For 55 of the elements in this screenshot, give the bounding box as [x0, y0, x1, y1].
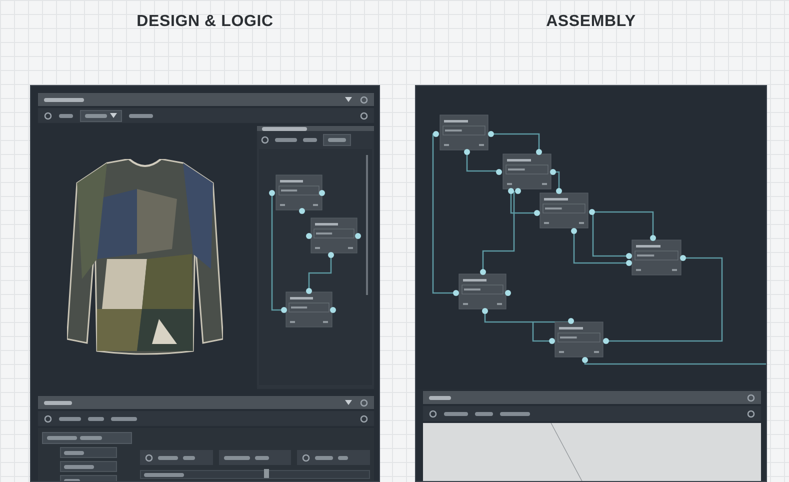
caret-icon[interactable] — [345, 400, 352, 405]
caret-icon[interactable] — [345, 97, 352, 102]
graph-node[interactable] — [306, 218, 361, 258]
blurred-label — [44, 98, 84, 102]
blurred-label — [158, 456, 178, 460]
graph-node[interactable] — [433, 114, 494, 155]
control-group[interactable] — [218, 450, 292, 465]
blurred-label — [88, 416, 104, 420]
blurred-label — [144, 472, 184, 476]
blurred-label — [328, 138, 346, 142]
blurred-label — [85, 114, 107, 118]
blurred-label — [183, 456, 195, 460]
blurred-label — [444, 412, 468, 416]
edge-line — [550, 423, 584, 481]
blurred-label — [254, 456, 269, 460]
dropdown[interactable] — [80, 110, 122, 122]
graph-node[interactable] — [281, 288, 336, 328]
control-group[interactable] — [297, 450, 370, 465]
circle-icon[interactable] — [145, 454, 153, 462]
blurred-label — [262, 126, 307, 130]
blurred-label — [338, 456, 348, 460]
graph-node[interactable] — [626, 235, 686, 276]
blurred-label — [224, 456, 250, 460]
graph-node[interactable] — [269, 174, 325, 214]
blurred-label — [303, 138, 317, 142]
section-heading: ASSEMBLY — [545, 12, 637, 32]
blurred-label — [80, 436, 102, 440]
slider-thumb[interactable] — [264, 469, 270, 478]
blurred-label — [64, 450, 84, 454]
blurred-label — [44, 400, 72, 404]
graph-node[interactable] — [496, 149, 556, 194]
connector-line — [308, 255, 332, 290]
blurred-label — [64, 464, 94, 468]
circle-icon[interactable] — [261, 136, 269, 144]
section-heading: DESIGN & LOGIC — [136, 12, 274, 32]
scrollbar[interactable] — [366, 155, 368, 295]
connector-line — [553, 171, 560, 191]
list-item[interactable] — [60, 461, 117, 472]
blurred-label — [475, 412, 493, 416]
graph-node[interactable] — [453, 269, 511, 314]
blurred-label — [315, 456, 334, 460]
graph-node[interactable] — [534, 188, 595, 234]
blurred-label — [429, 396, 451, 400]
blurred-label — [111, 416, 137, 420]
blurred-label — [59, 114, 73, 118]
graph-node[interactable] — [549, 318, 609, 363]
slider[interactable] — [140, 470, 370, 479]
blurred-label — [59, 416, 81, 420]
blurred-label — [500, 412, 530, 416]
caret-icon[interactable] — [110, 113, 117, 118]
blurred-label — [275, 138, 297, 142]
blurred-label — [129, 114, 153, 118]
blurred-label — [47, 436, 77, 440]
control-group[interactable] — [140, 450, 213, 465]
list-item[interactable] — [60, 447, 117, 458]
